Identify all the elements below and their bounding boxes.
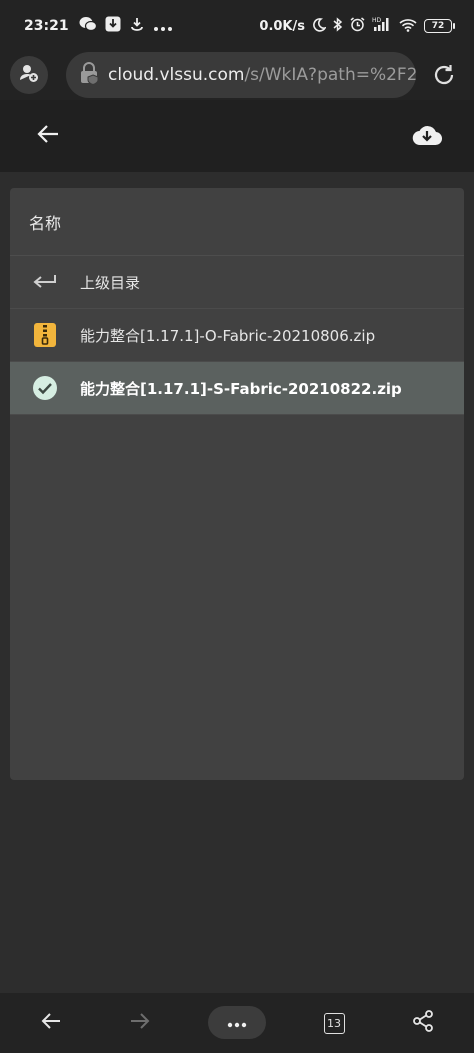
- signal-hd-icon: HD: [372, 16, 392, 36]
- download-done-icon: [129, 16, 145, 36]
- menu-dots-icon: [227, 1013, 247, 1032]
- battery-icon: 72: [424, 19, 455, 33]
- reload-icon: [431, 62, 457, 92]
- cloud-download-icon: [412, 124, 443, 150]
- moon-icon: [312, 17, 327, 36]
- column-header-name: 名称: [10, 188, 464, 256]
- zip-file-icon: [10, 323, 80, 347]
- wifi-icon: [399, 17, 417, 36]
- nav-back-button[interactable]: [35, 1007, 67, 1039]
- share-button[interactable]: [407, 1007, 439, 1039]
- status-bar: 23:21 0.0K/s HD 72: [0, 0, 474, 52]
- file-name: 能力整合[1.17.1]-S-Fabric-20210822.zip: [80, 379, 402, 398]
- more-dots-icon: [153, 17, 173, 36]
- url-path: /s/WkIA?path=%2F20: [244, 65, 416, 85]
- user-add-icon: [18, 62, 40, 88]
- user-add-button[interactable]: [10, 56, 48, 94]
- check-circle-icon: [10, 375, 80, 401]
- status-time: 23:21: [24, 18, 69, 34]
- lock-icon: [78, 61, 102, 89]
- bottom-navigation: 13: [0, 993, 474, 1053]
- arrow-left-icon: [37, 124, 59, 148]
- bluetooth-icon: [333, 16, 343, 36]
- browser-toolbar: cloud.vlssu.com/s/WkIA?path=%2F20: [0, 52, 474, 100]
- parent-directory-row[interactable]: 上级目录: [10, 256, 464, 309]
- back-icon: [41, 1012, 61, 1034]
- url-input[interactable]: cloud.vlssu.com/s/WkIA?path=%2F20: [66, 52, 416, 98]
- forward-icon: [130, 1012, 150, 1034]
- share-icon: [412, 1010, 434, 1036]
- nav-forward-button[interactable]: [124, 1007, 156, 1039]
- url-text: cloud.vlssu.com/s/WkIA?path=%2F20: [108, 65, 416, 85]
- file-list-panel: 名称 上级目录 能力整合[1.17.1]-O-Fabric-20210806.z…: [10, 188, 464, 780]
- page-header: [0, 100, 474, 172]
- svg-text:HD: HD: [372, 17, 382, 24]
- tabs-button[interactable]: 13: [318, 1007, 350, 1039]
- url-domain: cloud.vlssu.com: [108, 65, 245, 85]
- tabs-icon: 13: [323, 1012, 345, 1034]
- return-arrow-icon: [10, 274, 80, 290]
- network-speed: 0.0K/s: [259, 18, 305, 34]
- wechat-icon: [79, 16, 97, 36]
- cloud-download-button[interactable]: [410, 122, 444, 152]
- back-button[interactable]: [34, 122, 62, 150]
- alarm-icon: [350, 16, 365, 36]
- file-name: 上级目录: [80, 273, 141, 292]
- reload-button[interactable]: [428, 61, 460, 93]
- menu-button[interactable]: [208, 1006, 266, 1039]
- file-row-selected[interactable]: 能力整合[1.17.1]-S-Fabric-20210822.zip: [10, 362, 464, 415]
- download-notify-icon: [105, 16, 121, 36]
- file-row[interactable]: 能力整合[1.17.1]-O-Fabric-20210806.zip: [10, 309, 464, 362]
- file-name: 能力整合[1.17.1]-O-Fabric-20210806.zip: [80, 326, 376, 345]
